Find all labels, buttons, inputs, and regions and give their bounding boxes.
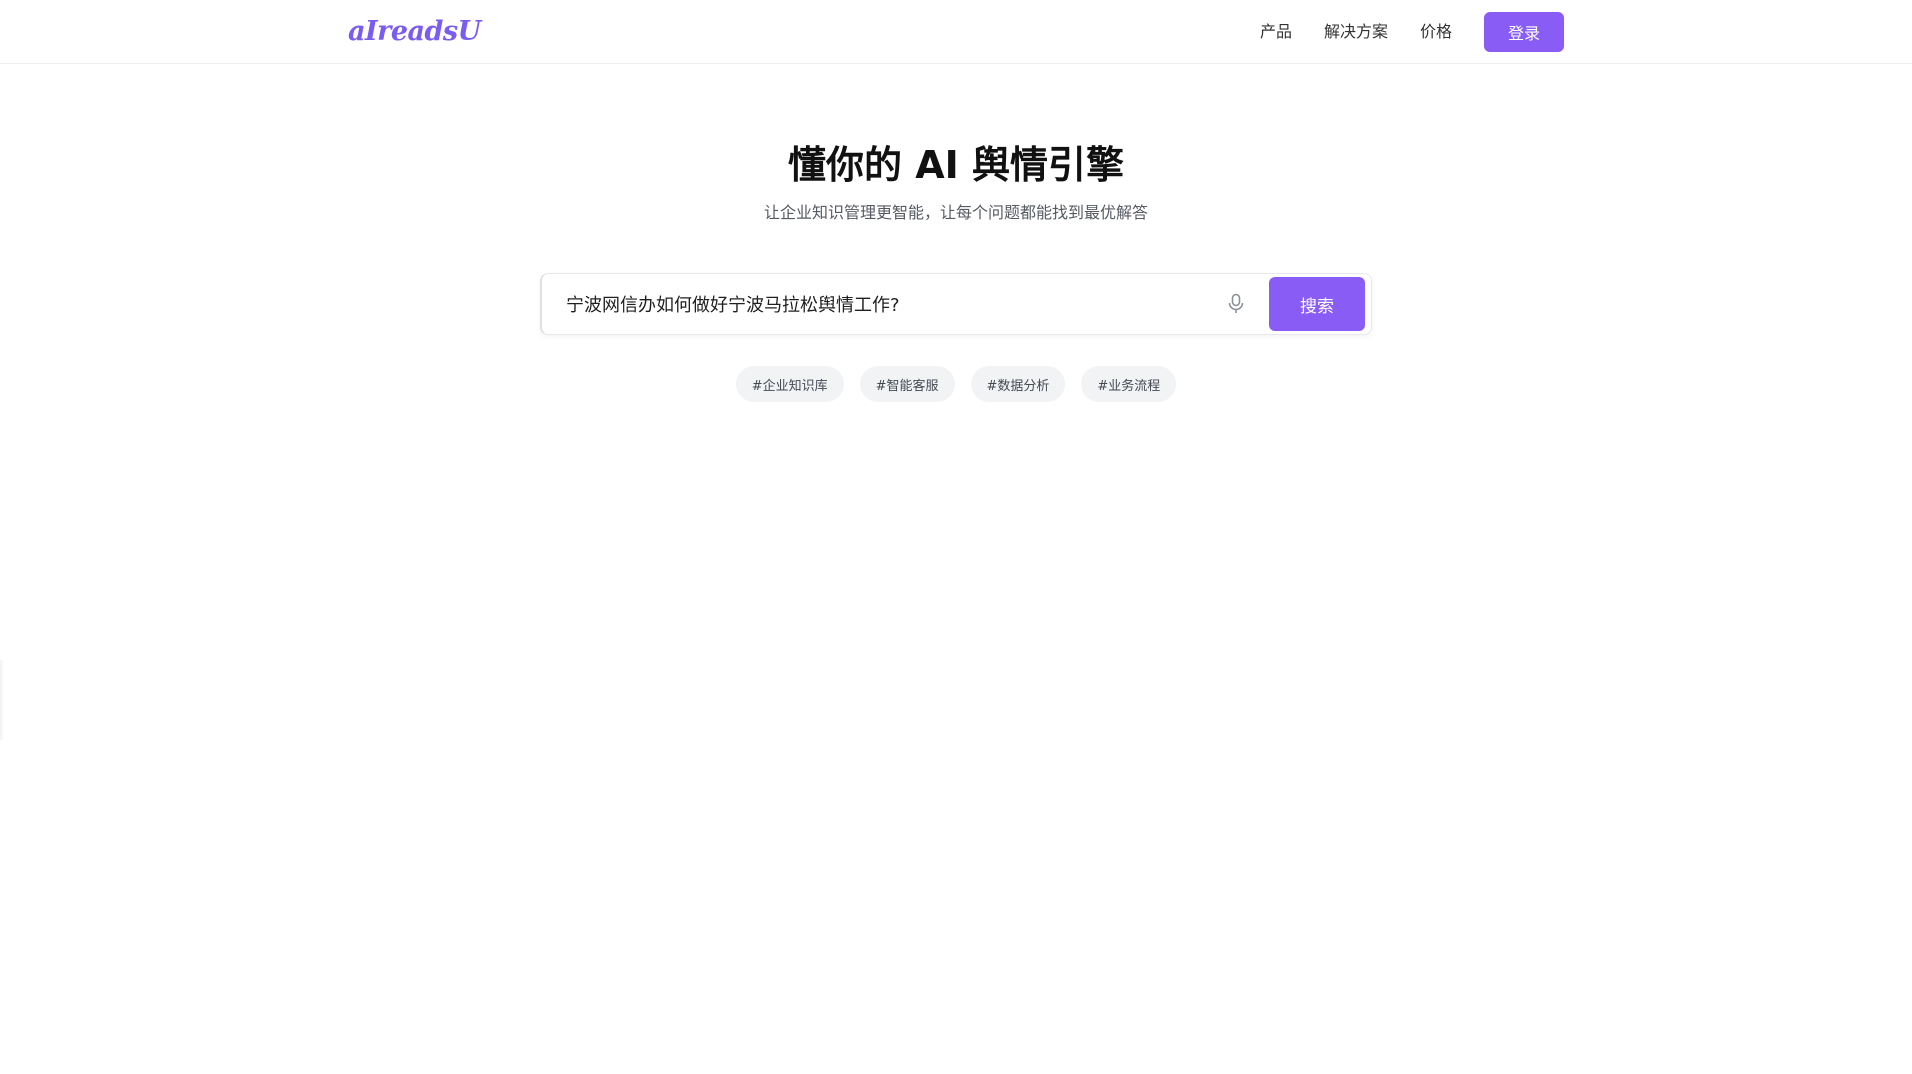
edge-shadow	[0, 660, 4, 740]
search-input[interactable]	[564, 274, 1244, 334]
top-header: aIreadsU 产品 解决方案 价格 登录	[0, 0, 1912, 64]
tag-data-analysis[interactable]: #数据分析	[970, 366, 1066, 402]
top-nav: 产品 解决方案 价格 登录	[1260, 12, 1564, 52]
tag-enterprise-knowledge-base[interactable]: #企业知识库	[735, 366, 844, 402]
nav-item-pricing[interactable]: 价格	[1420, 12, 1452, 52]
login-button[interactable]: 登录	[1484, 12, 1564, 52]
tag-list: #企业知识库 #智能客服 #数据分析 #业务流程	[0, 366, 1912, 402]
search-box: 搜索	[540, 273, 1372, 335]
hero-title: 懂你的 AI 舆情引擎	[787, 143, 1124, 187]
nav-item-products[interactable]: 产品	[1260, 12, 1292, 52]
tag-business-process[interactable]: #业务流程	[1081, 366, 1177, 402]
search-button[interactable]: 搜索	[1269, 277, 1365, 331]
hero-subtitle: 让企业知识管理更智能，让每个问题都能找到最优解答	[763, 203, 1148, 222]
brand-logo[interactable]: aIreadsU	[348, 14, 481, 50]
microphone-icon[interactable]	[1226, 293, 1246, 315]
tag-smart-customer-service[interactable]: #智能客服	[859, 366, 955, 402]
nav-item-solutions[interactable]: 解决方案	[1324, 12, 1388, 52]
